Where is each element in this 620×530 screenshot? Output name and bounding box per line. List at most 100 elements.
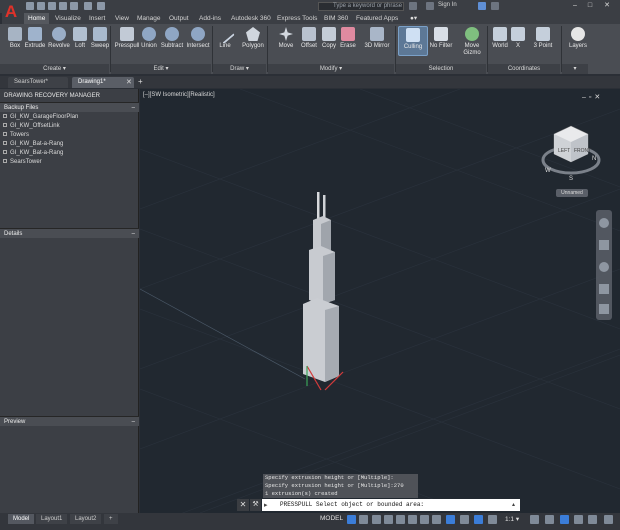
tab-insert[interactable]: Insert	[85, 13, 109, 24]
viewport-controls-label[interactable]: [–][SW Isometric][Realistic]	[143, 92, 215, 98]
move-gizmo-button[interactable]: Move Gizmo	[457, 26, 487, 64]
new-tab-icon[interactable]: +	[138, 77, 143, 86]
command-input[interactable]: PRESSPULL Select object or bounded area:	[262, 499, 520, 511]
orbit-icon[interactable]	[599, 284, 609, 294]
expand-icon[interactable]	[3, 132, 7, 137]
file-tab-searstower[interactable]: SearsTower*	[8, 77, 68, 88]
model-space-button[interactable]: MODEL	[320, 515, 343, 522]
backup-file-item[interactable]: Towers	[3, 131, 29, 140]
tab-express-tools[interactable]: Express Tools	[273, 13, 321, 24]
viewport-window-controls[interactable]: –▫✕	[582, 93, 603, 101]
tab-autodesk-360[interactable]: Autodesk 360	[227, 13, 275, 24]
exchange-icon[interactable]	[478, 2, 486, 10]
workspace-icon[interactable]	[530, 515, 539, 524]
expand-icon[interactable]	[3, 159, 7, 164]
backup-file-item[interactable]: GI_KW_OffsetLink	[3, 122, 60, 131]
help-icon[interactable]	[491, 2, 499, 10]
maximize-button[interactable]: □	[585, 2, 595, 10]
open-file-icon[interactable]	[37, 2, 45, 10]
command-dropdown-icon[interactable]: ▴	[512, 501, 515, 508]
tab-output[interactable]: Output	[165, 13, 193, 24]
backup-files-header[interactable]: Backup Files –	[0, 102, 139, 112]
save-icon[interactable]	[48, 2, 56, 10]
add-layout-tab[interactable]: +	[104, 514, 118, 524]
draw-panel-title[interactable]: Draw ▾	[213, 64, 266, 74]
close-button[interactable]: ✕	[602, 2, 612, 10]
coordinates-panel-title[interactable]: Coordinates	[488, 64, 560, 74]
3d-osnap-icon[interactable]	[432, 515, 441, 524]
polygon-button[interactable]: Polygon	[238, 26, 268, 56]
pan-icon[interactable]	[599, 240, 609, 250]
tab-layout2[interactable]: Layout2	[70, 514, 102, 524]
tab-manage[interactable]: Manage	[133, 13, 165, 24]
modify-panel-title[interactable]: Modify ▾	[268, 64, 394, 74]
selection-filter-icon[interactable]	[460, 515, 469, 524]
culling-button[interactable]: Culling	[398, 26, 428, 56]
print-icon[interactable]	[70, 2, 78, 10]
annotation-visibility-icon[interactable]	[488, 515, 497, 524]
selection-panel-title[interactable]: Selection	[396, 64, 486, 74]
isodraft-toggle-icon[interactable]	[396, 515, 405, 524]
new-file-icon[interactable]	[26, 2, 34, 10]
dynamic-ucs-icon[interactable]	[446, 515, 455, 524]
showmotion-icon[interactable]	[599, 304, 609, 314]
minimize-button[interactable]: –	[570, 2, 580, 10]
tab-model[interactable]: Model	[8, 514, 35, 524]
steering-wheel-icon[interactable]	[599, 218, 609, 228]
collapse-icon[interactable]: –	[132, 417, 135, 427]
grid-toggle-icon[interactable]	[347, 515, 356, 524]
annotation-monitor-icon[interactable]	[545, 515, 554, 524]
tab-add-ins[interactable]: Add-ins	[195, 13, 225, 24]
redo-icon[interactable]	[97, 2, 105, 10]
polar-toggle-icon[interactable]	[384, 515, 393, 524]
snap-toggle-icon[interactable]	[359, 515, 368, 524]
preview-header[interactable]: Preview –	[0, 416, 139, 426]
osnap-tracking-icon[interactable]	[408, 515, 417, 524]
undo-icon[interactable]	[84, 2, 92, 10]
tab-view[interactable]: View	[111, 13, 133, 24]
gizmo-toggle-icon[interactable]	[474, 515, 483, 524]
collapse-icon[interactable]: –	[132, 229, 135, 239]
backup-file-item[interactable]: GI_KW_Bat-a-Rang	[3, 140, 63, 149]
layers-panel-expander[interactable]: ▾	[562, 64, 588, 74]
save-as-icon[interactable]	[59, 2, 67, 10]
mirror3d-button[interactable]: 3D Mirror	[362, 26, 392, 56]
no-filter-button[interactable]: No Filter	[426, 26, 456, 56]
osnap-toggle-icon[interactable]	[420, 515, 429, 524]
intersect-button[interactable]: Intersect	[183, 26, 213, 56]
expand-icon[interactable]	[3, 150, 7, 155]
backup-file-item[interactable]: SearsTower	[3, 158, 42, 167]
expand-icon[interactable]	[3, 123, 7, 128]
isolate-objects-icon[interactable]	[560, 515, 569, 524]
customization-menu-icon[interactable]	[604, 515, 613, 524]
expand-icon[interactable]	[3, 114, 7, 119]
tab-home[interactable]: Home	[24, 13, 50, 24]
tab-layout1[interactable]: Layout1	[36, 514, 68, 524]
backup-file-item[interactable]: GI_KW_Bat-a-Rang	[3, 149, 63, 158]
search-input[interactable]: Type a keyword or phrase	[318, 2, 404, 11]
ribbon-toggle-icon[interactable]: ●▾	[406, 13, 421, 24]
layers-button[interactable]: Layers	[563, 26, 593, 56]
close-tab-icon[interactable]: ✕	[126, 78, 132, 86]
line-button[interactable]: Line	[210, 24, 240, 56]
ortho-toggle-icon[interactable]	[372, 515, 381, 524]
sears-tower-model[interactable]	[295, 190, 355, 400]
clean-screen-icon[interactable]	[588, 515, 597, 524]
command-close-button[interactable]: ✕	[237, 499, 249, 511]
ucs-menu-button[interactable]: Unnamed	[556, 189, 588, 197]
zoom-icon[interactable]	[599, 262, 609, 272]
command-customize-icon[interactable]: ⚒	[250, 499, 261, 511]
tab-visualize[interactable]: Visualize	[51, 13, 85, 24]
erase-button[interactable]: Erase	[333, 26, 363, 56]
three-point-ucs-button[interactable]: 3 Point	[528, 26, 558, 56]
annotation-scale-dropdown[interactable]: 1:1 ▾	[505, 515, 519, 523]
tab-featured-apps[interactable]: Featured Apps	[352, 13, 402, 24]
details-header[interactable]: Details –	[0, 228, 139, 238]
file-tab-drawing1[interactable]: Drawing1*	[72, 77, 134, 88]
viewcube[interactable]: LEFT FRONT W S N	[538, 120, 604, 200]
edit-panel-title[interactable]: Edit ▾	[111, 64, 211, 74]
backup-file-item[interactable]: GI_KW_GarageFloorPlan	[3, 113, 78, 122]
hardware-acceleration-icon[interactable]	[574, 515, 583, 524]
expand-icon[interactable]	[3, 141, 7, 146]
create-panel-title[interactable]: Create ▾	[0, 64, 109, 74]
